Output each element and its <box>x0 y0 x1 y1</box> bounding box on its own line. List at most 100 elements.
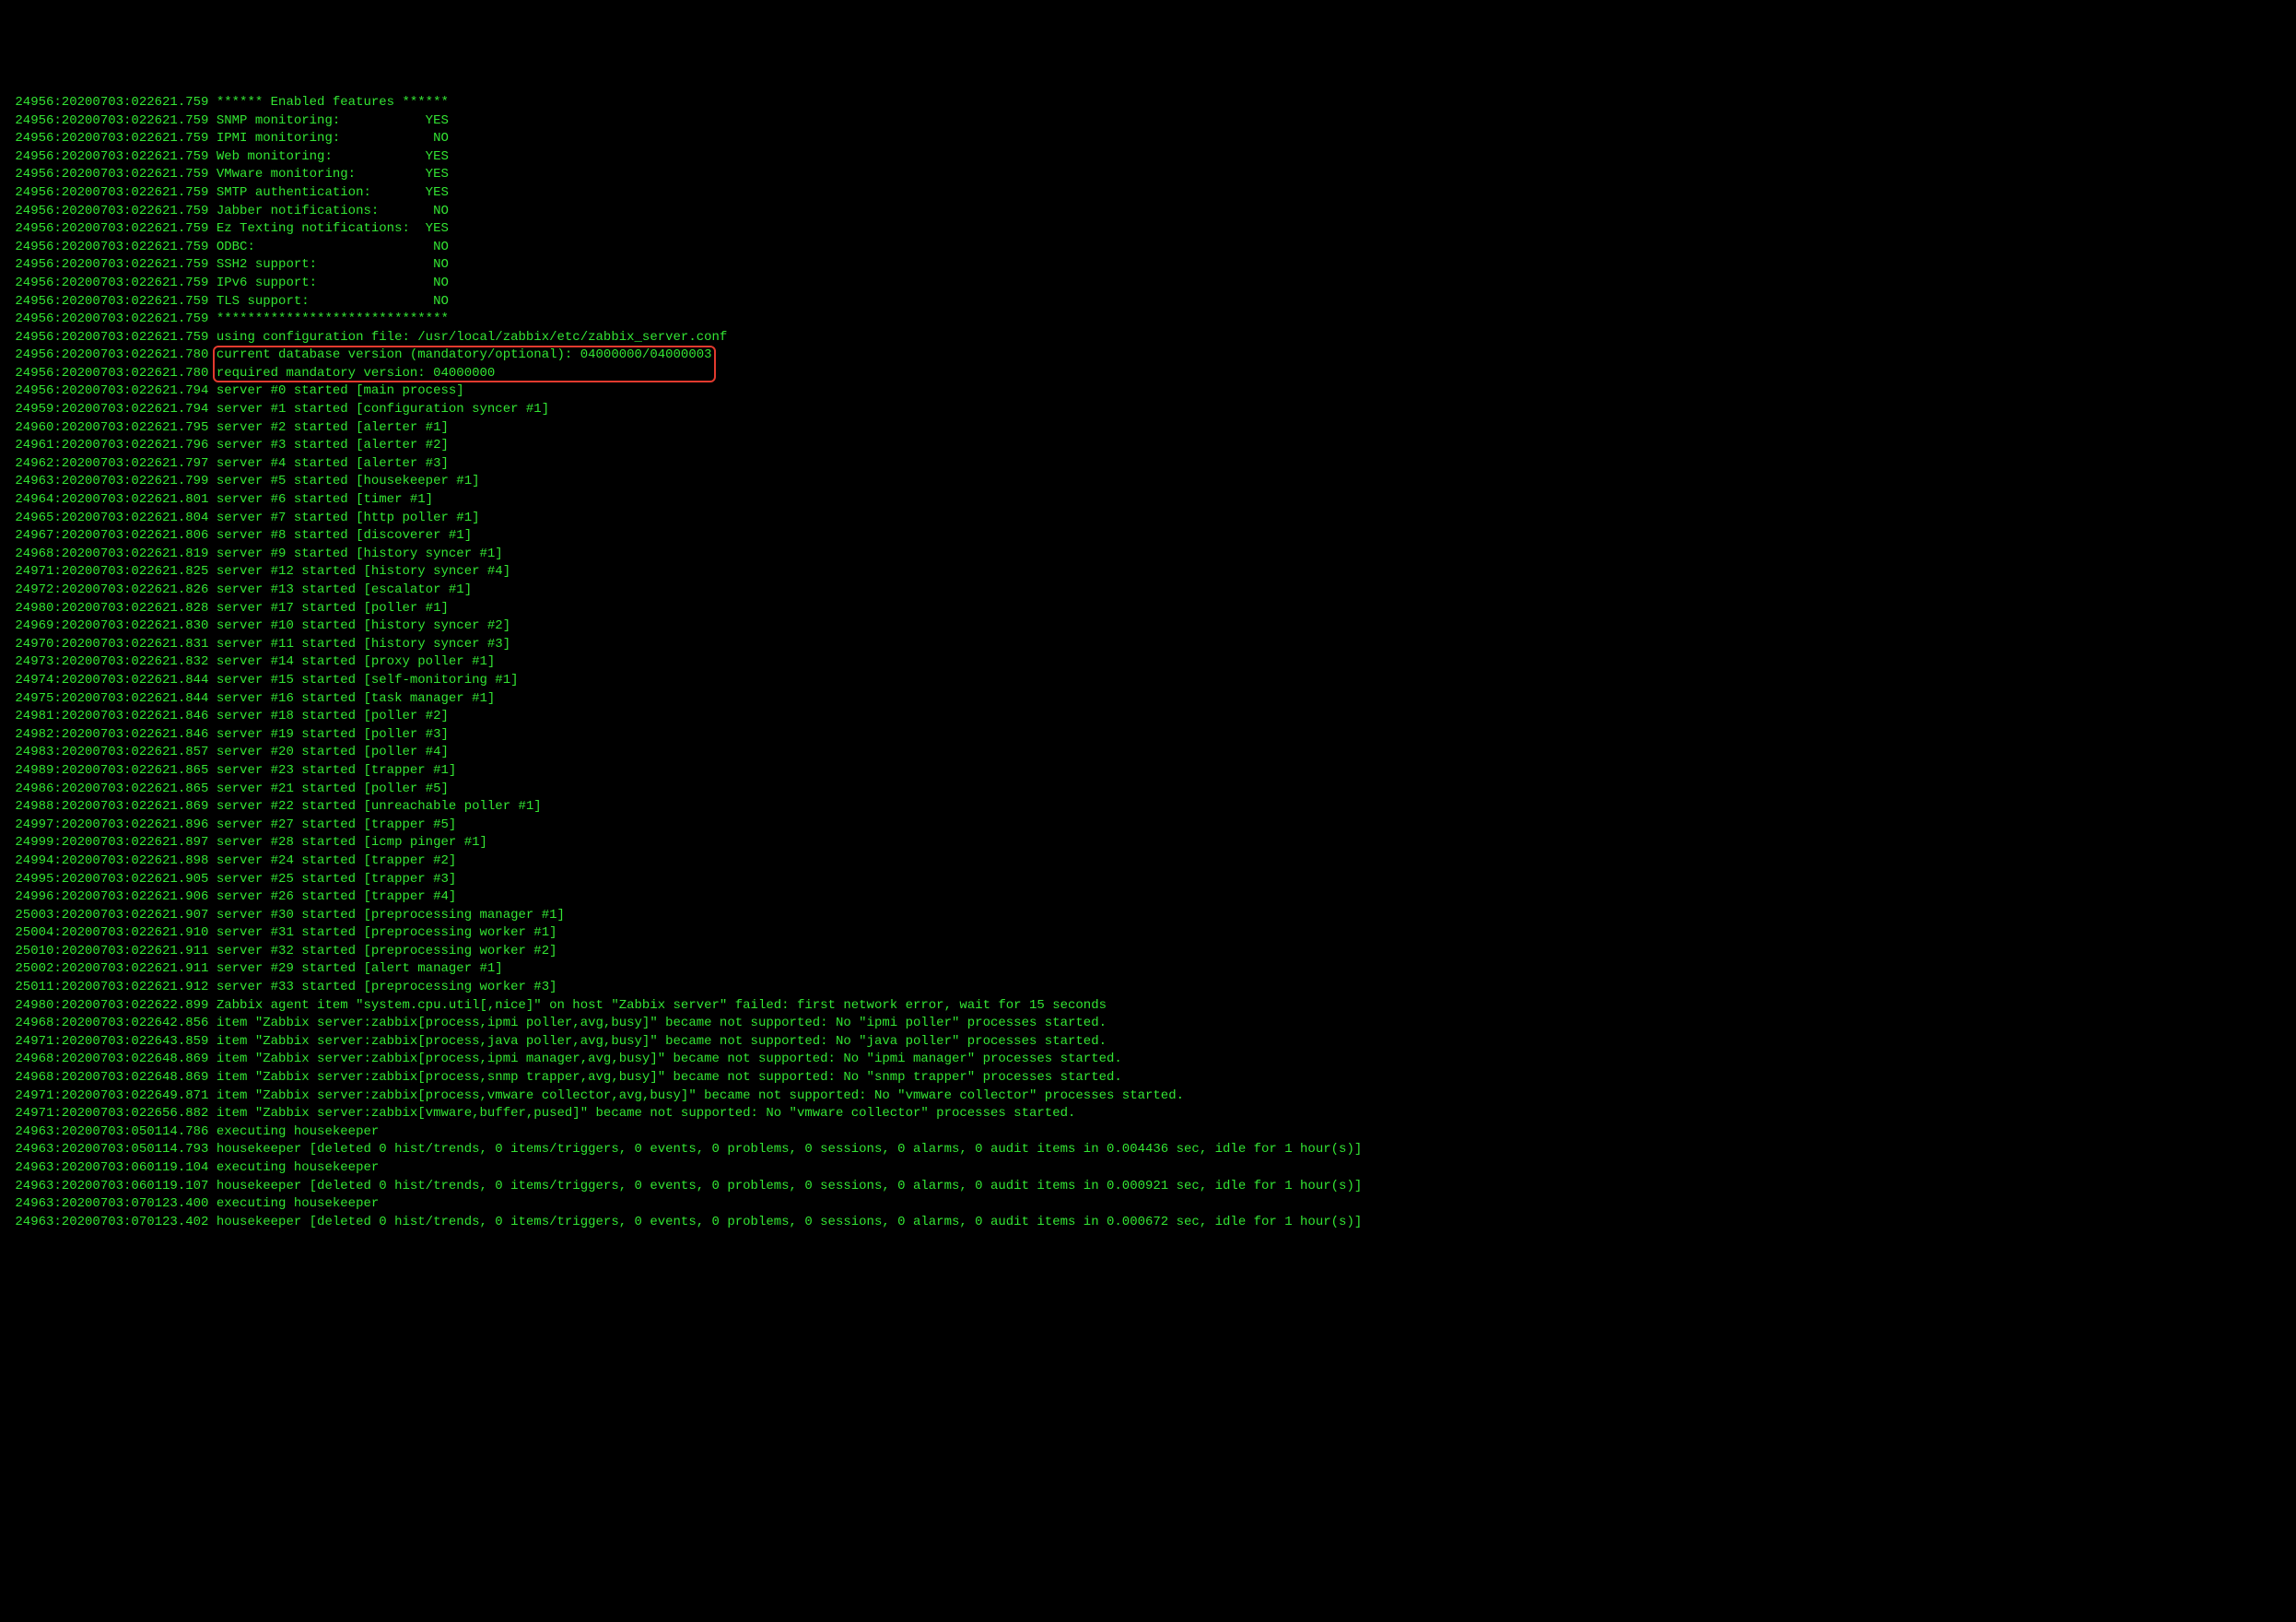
log-text: server #33 started [preprocessing worker… <box>217 980 557 994</box>
log-prefix: 24963:20200703:050114.786 <box>7 1124 217 1139</box>
log-text: server #20 started [poller #4] <box>217 745 449 759</box>
log-prefix: 24968:20200703:022648.869 <box>7 1052 217 1066</box>
log-prefix: 24997:20200703:022621.896 <box>7 817 217 832</box>
log-prefix: 24968:20200703:022621.819 <box>7 547 217 561</box>
log-text: server #26 started [trapper #4] <box>217 889 456 904</box>
log-text: server #19 started [poller #3] <box>217 727 449 742</box>
log-prefix: 24967:20200703:022621.806 <box>7 528 217 543</box>
log-line: 24989:20200703:022621.865 server #23 sta… <box>7 762 2289 781</box>
log-text: IPMI monitoring: NO <box>217 131 449 146</box>
log-line: 24972:20200703:022621.826 server #13 sta… <box>7 582 2289 600</box>
log-text: server #12 started [history syncer #4] <box>217 564 510 579</box>
log-line: 24968:20200703:022642.856 item "Zabbix s… <box>7 1015 2289 1033</box>
log-text: VMware monitoring: YES <box>217 167 449 182</box>
log-line: 25010:20200703:022621.911 server #32 sta… <box>7 943 2289 961</box>
log-line: 24962:20200703:022621.797 server #4 star… <box>7 455 2289 474</box>
log-line: 24956:20200703:022621.759 Web monitoring… <box>7 148 2289 167</box>
log-prefix: 24956:20200703:022621.759 <box>7 311 217 326</box>
log-line: 25004:20200703:022621.910 server #31 sta… <box>7 924 2289 943</box>
log-line: 24988:20200703:022621.869 server #22 sta… <box>7 798 2289 817</box>
log-prefix: 24956:20200703:022621.759 <box>7 240 217 254</box>
log-line: 24963:20200703:070123.402 housekeeper [d… <box>7 1214 2289 1232</box>
log-text: housekeeper [deleted 0 hist/trends, 0 it… <box>217 1215 1362 1229</box>
log-text: housekeeper [deleted 0 hist/trends, 0 it… <box>217 1179 1362 1193</box>
log-line: 24956:20200703:022621.759 VMware monitor… <box>7 166 2289 184</box>
log-line: 24996:20200703:022621.906 server #26 sta… <box>7 888 2289 907</box>
log-text: server #31 started [preprocessing worker… <box>217 925 557 940</box>
log-prefix: 24956:20200703:022621.759 <box>7 149 217 164</box>
log-text: server #2 started [alerter #1] <box>217 420 449 435</box>
log-prefix: 24956:20200703:022621.759 <box>7 185 217 200</box>
log-text: SMTP authentication: YES <box>217 185 449 200</box>
log-prefix: 24986:20200703:022621.865 <box>7 782 217 796</box>
log-prefix: 24981:20200703:022621.846 <box>7 709 217 723</box>
log-line: 24983:20200703:022621.857 server #20 sta… <box>7 744 2289 762</box>
log-prefix: 24959:20200703:022621.794 <box>7 402 217 417</box>
log-text: ****** Enabled features ****** <box>217 95 449 110</box>
log-prefix: 24972:20200703:022621.826 <box>7 582 217 597</box>
log-line: 24995:20200703:022621.905 server #25 sta… <box>7 871 2289 889</box>
log-line: 24973:20200703:022621.832 server #14 sta… <box>7 653 2289 672</box>
log-line: 24956:20200703:022621.759 Ez Texting not… <box>7 220 2289 239</box>
terminal-output: 24956:20200703:022621.759 ****** Enabled… <box>0 90 2296 1235</box>
log-text: server #24 started [trapper #2] <box>217 853 456 868</box>
log-line: 24969:20200703:022621.830 server #10 sta… <box>7 617 2289 636</box>
log-prefix: 24956:20200703:022621.759 <box>7 221 217 236</box>
log-prefix: 24963:20200703:022621.799 <box>7 474 217 488</box>
log-prefix: 24971:20200703:022621.825 <box>7 564 217 579</box>
log-line: 24965:20200703:022621.804 server #7 star… <box>7 510 2289 528</box>
log-prefix: 24956:20200703:022621.759 <box>7 113 217 128</box>
log-line: 24971:20200703:022621.825 server #12 sta… <box>7 563 2289 582</box>
log-text: server #3 started [alerter #2] <box>217 438 449 453</box>
log-prefix: 24988:20200703:022621.869 <box>7 799 217 814</box>
log-line: 24956:20200703:022621.759 ****** Enabled… <box>7 94 2289 112</box>
log-line: 24963:20200703:060119.104 executing hous… <box>7 1159 2289 1178</box>
log-prefix: 24963:20200703:050114.793 <box>7 1142 217 1157</box>
log-text: server #25 started [trapper #3] <box>217 872 456 887</box>
log-prefix: 24956:20200703:022621.759 <box>7 257 217 272</box>
log-text: server #22 started [unreachable poller #… <box>217 799 542 814</box>
log-line: 24982:20200703:022621.846 server #19 sta… <box>7 726 2289 745</box>
log-prefix: 24962:20200703:022621.797 <box>7 456 217 471</box>
log-text: server #32 started [preprocessing worker… <box>217 944 557 958</box>
log-text: server #0 started [main process] <box>217 383 464 398</box>
log-text: item "Zabbix server:zabbix[process,vmwar… <box>217 1088 1184 1103</box>
log-line: 24964:20200703:022621.801 server #6 star… <box>7 491 2289 510</box>
log-text: SNMP monitoring: YES <box>217 113 449 128</box>
log-line: 24968:20200703:022621.819 server #9 star… <box>7 546 2289 564</box>
log-text: server #21 started [poller #5] <box>217 782 449 796</box>
log-prefix: 24973:20200703:022621.832 <box>7 654 217 669</box>
log-prefix: 24968:20200703:022648.869 <box>7 1070 217 1085</box>
log-line: 24956:20200703:022621.759 Jabber notific… <box>7 203 2289 221</box>
log-text: Jabber notifications: NO <box>217 204 449 218</box>
log-prefix: 24956:20200703:022621.780 <box>7 347 217 362</box>
log-line: 24968:20200703:022648.869 item "Zabbix s… <box>7 1069 2289 1087</box>
log-text: server #13 started [escalator #1] <box>217 582 472 597</box>
log-prefix: 24956:20200703:022621.759 <box>7 167 217 182</box>
log-text: executing housekeeper <box>217 1124 379 1139</box>
log-line: 24971:20200703:022649.871 item "Zabbix s… <box>7 1087 2289 1106</box>
log-text: Ez Texting notifications: YES <box>217 221 449 236</box>
log-prefix: 24960:20200703:022621.795 <box>7 420 217 435</box>
log-line: 24963:20200703:060119.107 housekeeper [d… <box>7 1178 2289 1196</box>
log-text: server #23 started [trapper #1] <box>217 763 456 778</box>
log-prefix: 24963:20200703:060119.107 <box>7 1179 217 1193</box>
log-line: 24975:20200703:022621.844 server #16 sta… <box>7 690 2289 709</box>
log-line: 24963:20200703:070123.400 executing hous… <box>7 1195 2289 1214</box>
log-text: server #11 started [history syncer #3] <box>217 637 510 652</box>
log-line: 24956:20200703:022621.780 current databa… <box>7 347 2289 365</box>
log-text: item "Zabbix server:zabbix[process,java … <box>217 1034 1107 1049</box>
log-line: 24994:20200703:022621.898 server #24 sta… <box>7 852 2289 871</box>
log-text: server #15 started [self-monitoring #1] <box>217 673 519 688</box>
log-line: 24956:20200703:022621.780 required manda… <box>7 365 2289 383</box>
log-prefix: 24963:20200703:070123.400 <box>7 1196 217 1211</box>
log-text: server #4 started [alerter #3] <box>217 456 449 471</box>
log-line: 24963:20200703:022621.799 server #5 star… <box>7 473 2289 491</box>
log-prefix: 25003:20200703:022621.907 <box>7 908 217 923</box>
log-text: server #7 started [http poller #1] <box>217 511 480 525</box>
log-prefix: 24964:20200703:022621.801 <box>7 492 217 507</box>
log-text: server #8 started [discoverer #1] <box>217 528 472 543</box>
log-text: server #14 started [proxy poller #1] <box>217 654 495 669</box>
log-prefix: 24974:20200703:022621.844 <box>7 673 217 688</box>
log-line: 24980:20200703:022621.828 server #17 sta… <box>7 600 2289 618</box>
